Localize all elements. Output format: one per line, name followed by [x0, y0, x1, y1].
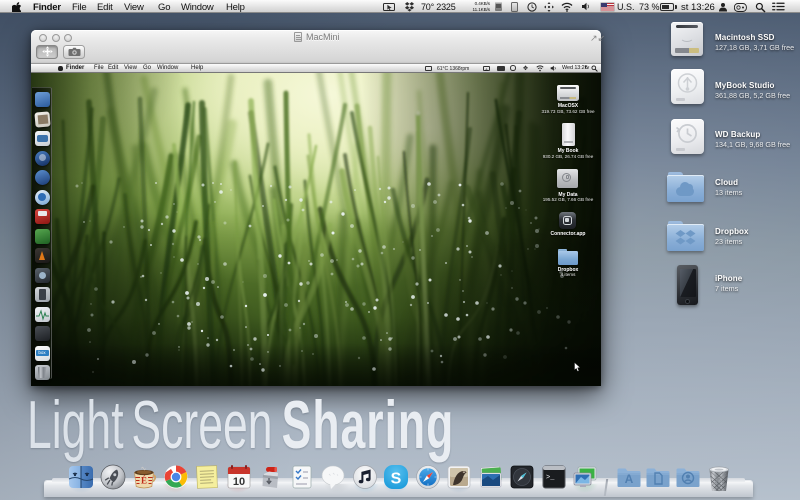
svg-text:S: S [391, 471, 402, 488]
svg-text:É: É [141, 476, 147, 486]
svg-text:>_: >_ [546, 474, 555, 482]
svg-text:A: A [624, 472, 633, 486]
svg-text:10: 10 [232, 476, 244, 488]
